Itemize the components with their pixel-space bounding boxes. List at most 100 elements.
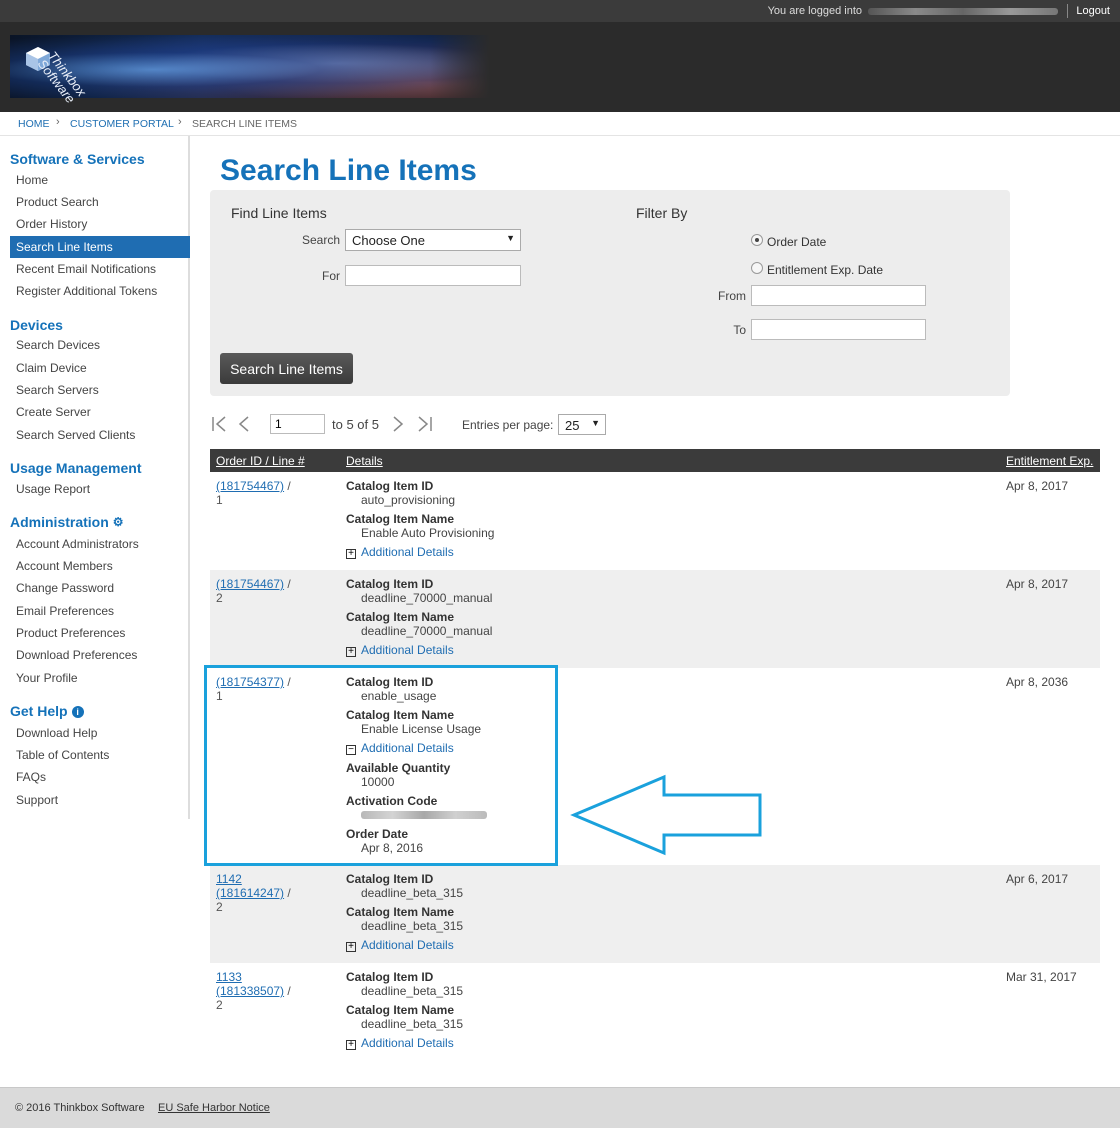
sidebar-item-change-password[interactable]: Change Password (16, 581, 114, 595)
catalog-item-name-value: deadline_beta_315 (361, 1017, 464, 1031)
breadcrumb-customer-portal[interactable]: CUSTOMER PORTAL (70, 118, 174, 130)
to-date-input[interactable] (751, 319, 926, 340)
copyright-text: © 2016 Thinkbox Software (15, 1102, 145, 1114)
prev-page-icon[interactable] (236, 413, 252, 435)
order-id-cell: 1133 (181338507) / 2 (216, 970, 291, 1012)
filter-by-heading: Filter By (636, 205, 688, 221)
page-number-input[interactable] (270, 414, 325, 434)
additional-details-link[interactable]: Additional Details (361, 1036, 454, 1050)
catalog-item-name-value: deadline_70000_manual (361, 624, 493, 638)
chevron-right-icon: › (178, 116, 182, 128)
sidebar-item-account-administrators[interactable]: Account Administrators (16, 537, 139, 551)
next-page-icon[interactable] (390, 413, 406, 435)
sidebar-heading-devices: Devices (10, 317, 63, 333)
sidebar-heading-usage-management: Usage Management (10, 460, 142, 476)
sidebar-item-search-served-clients[interactable]: Search Served Clients (16, 428, 135, 442)
entitlement-exp-cell: Apr 6, 2017 (1006, 872, 1069, 886)
additional-details-link[interactable]: Additional Details (361, 938, 454, 952)
entitlement-exp-cell: Mar 31, 2017 (1006, 970, 1077, 984)
line-number: 2 (216, 998, 223, 1012)
search-line-items-button[interactable]: Search Line Items (220, 353, 353, 384)
column-header-details[interactable]: Details (346, 454, 383, 468)
sidebar-item-home[interactable]: Home (16, 173, 48, 187)
entries-per-page-select[interactable]: 25 ▼ (558, 414, 606, 435)
sidebar-item-table-of-contents[interactable]: Table of Contents (16, 748, 109, 762)
sidebar-item-product-search[interactable]: Product Search (16, 195, 99, 209)
from-date-input[interactable] (751, 285, 926, 306)
to-field-label: To (733, 323, 746, 337)
get-help-heading-text: Get Help (10, 703, 68, 719)
catalog-item-id-value: deadline_70000_manual (361, 591, 493, 605)
plus-box-icon: + (346, 942, 356, 952)
brand-banner[interactable]: Thinkbox Software (10, 35, 490, 106)
last-page-icon[interactable] (414, 413, 434, 435)
for-input[interactable] (345, 265, 521, 286)
additional-details-link[interactable]: Additional Details (361, 643, 454, 657)
dropdown-arrow-icon: ▼ (591, 418, 600, 428)
additional-details-toggle[interactable]: + Additional Details (346, 1036, 463, 1050)
details-cell: Catalog Item ID deadline_beta_315 Catalo… (346, 970, 463, 1050)
sidebar-item-support[interactable]: Support (16, 793, 58, 807)
page-range-text: to 5 of 5 (332, 417, 379, 432)
sidebar-item-faqs[interactable]: FAQs (16, 770, 46, 784)
additional-details-link[interactable]: Additional Details (361, 545, 454, 559)
sidebar-item-download-help[interactable]: Download Help (16, 726, 97, 740)
sidebar-item-order-history[interactable]: Order History (16, 217, 87, 231)
first-page-icon[interactable] (210, 413, 230, 435)
search-type-select[interactable]: Choose One ▼ (345, 229, 521, 251)
entitlement-date-radio[interactable] (751, 262, 763, 274)
additional-details-toggle[interactable]: + Additional Details (346, 643, 492, 657)
dropdown-arrow-icon: ▼ (506, 233, 515, 243)
administration-heading-text: Administration (10, 514, 109, 530)
order-number-link[interactable]: 1133 (216, 970, 242, 984)
column-header-order-id[interactable]: Order ID / Line # (216, 454, 305, 468)
sidebar-item-recent-email-notifications[interactable]: Recent Email Notifications (16, 262, 156, 276)
line-number: 2 (216, 900, 223, 914)
additional-details-toggle[interactable]: + Additional Details (346, 545, 494, 559)
order-id-cell: 1142 (181614247) / 2 (216, 872, 291, 914)
sidebar-item-product-preferences[interactable]: Product Preferences (16, 626, 125, 640)
sidebar-item-search-servers[interactable]: Search Servers (16, 383, 99, 397)
table-row: 1142 (181614247) / 2 Catalog Item ID dea… (210, 865, 1100, 963)
breadcrumb: HOME › CUSTOMER PORTAL › SEARCH LINE ITE… (0, 112, 1120, 136)
order-id-link[interactable]: (181754467) (216, 577, 284, 591)
sidebar-item-your-profile[interactable]: Your Profile (16, 671, 78, 685)
sidebar-item-download-preferences[interactable]: Download Preferences (16, 648, 137, 662)
chevron-right-icon: › (56, 116, 60, 128)
logout-link[interactable]: Logout (1076, 5, 1110, 17)
order-id-link[interactable]: (181338507) (216, 984, 284, 998)
gear-icon: ⚙ (112, 515, 124, 529)
left-arrow-icon (570, 774, 762, 856)
sidebar-item-usage-report[interactable]: Usage Report (16, 482, 90, 496)
sidebar-item-claim-device[interactable]: Claim Device (16, 361, 87, 375)
entitlement-exp-cell: Apr 8, 2017 (1006, 479, 1069, 493)
sidebar-item-email-preferences[interactable]: Email Preferences (16, 604, 114, 618)
sidebar-item-register-additional-tokens[interactable]: Register Additional Tokens (16, 284, 157, 298)
catalog-item-id-label: Catalog Item ID (346, 970, 434, 984)
eu-safe-harbor-link[interactable]: EU Safe Harbor Notice (158, 1102, 270, 1114)
order-id-link[interactable]: (181754467) (216, 479, 284, 493)
order-date-radio[interactable] (751, 234, 763, 246)
search-field-label: Search (301, 233, 340, 247)
entitlement-exp-cell: Apr 8, 2036 (1006, 675, 1069, 689)
table-header: Order ID / Line # Details Entitlement Ex… (210, 449, 1100, 472)
sidebar-item-search-devices[interactable]: Search Devices (16, 338, 100, 352)
catalog-item-name-label: Catalog Item Name (346, 1003, 455, 1017)
plus-box-icon: + (346, 549, 356, 559)
sidebar-item-account-members[interactable]: Account Members (16, 559, 113, 573)
order-id-link[interactable]: (181614247) (216, 886, 284, 900)
entitlement-exp-cell: Apr 8, 2017 (1006, 577, 1069, 591)
sidebar-item-search-line-items[interactable]: Search Line Items (10, 236, 190, 258)
catalog-item-id-label: Catalog Item ID (346, 872, 434, 886)
catalog-item-name-label: Catalog Item Name (346, 512, 455, 526)
catalog-item-name-label: Catalog Item Name (346, 905, 455, 919)
find-line-items-heading: Find Line Items (231, 205, 327, 221)
column-header-entitlement-exp[interactable]: Entitlement Exp. (1006, 454, 1093, 468)
sidebar-item-create-server[interactable]: Create Server (16, 405, 91, 419)
highlight-box-annotation (204, 665, 558, 866)
entitlement-date-radio-label: Entitlement Exp. Date (767, 263, 884, 277)
topbar-divider (1067, 4, 1068, 18)
additional-details-toggle[interactable]: + Additional Details (346, 938, 463, 952)
breadcrumb-home[interactable]: HOME (18, 118, 50, 130)
order-number-link[interactable]: 1142 (216, 872, 242, 886)
